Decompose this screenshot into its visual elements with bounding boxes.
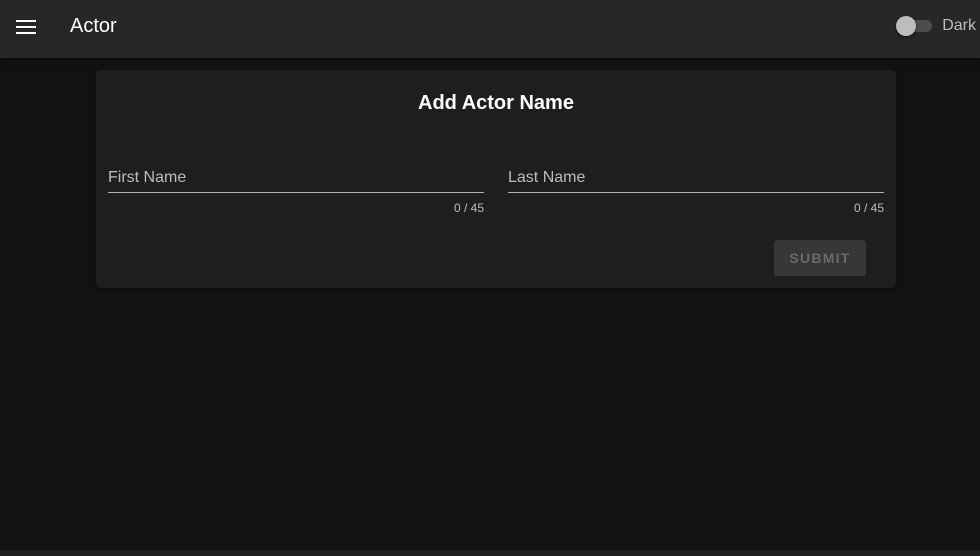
menu-icon	[16, 20, 36, 34]
last-name-field: Last Name 0 / 45	[508, 165, 884, 220]
last-name-counter: 0 / 45	[853, 201, 884, 215]
first-name-field: First Name 0 / 45	[108, 165, 484, 220]
switch-thumb[interactable]	[896, 16, 917, 36]
page-title: Actor	[70, 15, 117, 37]
app-root: Actor Dark Add Actor Name First Name 0 /…	[0, 0, 980, 556]
bottom-divider	[0, 550, 980, 556]
add-actor-card: Add Actor Name First Name 0 / 45 Last Na…	[96, 70, 896, 288]
menu-button[interactable]	[10, 11, 42, 43]
form-title: Add Actor Name	[418, 92, 574, 114]
submit-button[interactable]: SUBMIT	[774, 240, 866, 276]
last-name-input[interactable]	[508, 165, 884, 193]
first-name-counter: 0 / 45	[453, 201, 484, 215]
dark-mode-toggle[interactable]: Dark	[896, 15, 976, 37]
first-name-input[interactable]	[108, 165, 484, 193]
dark-mode-switch[interactable]	[896, 15, 934, 37]
dark-mode-label: Dark	[942, 17, 976, 34]
app-bar: Actor Dark	[0, 0, 980, 58]
